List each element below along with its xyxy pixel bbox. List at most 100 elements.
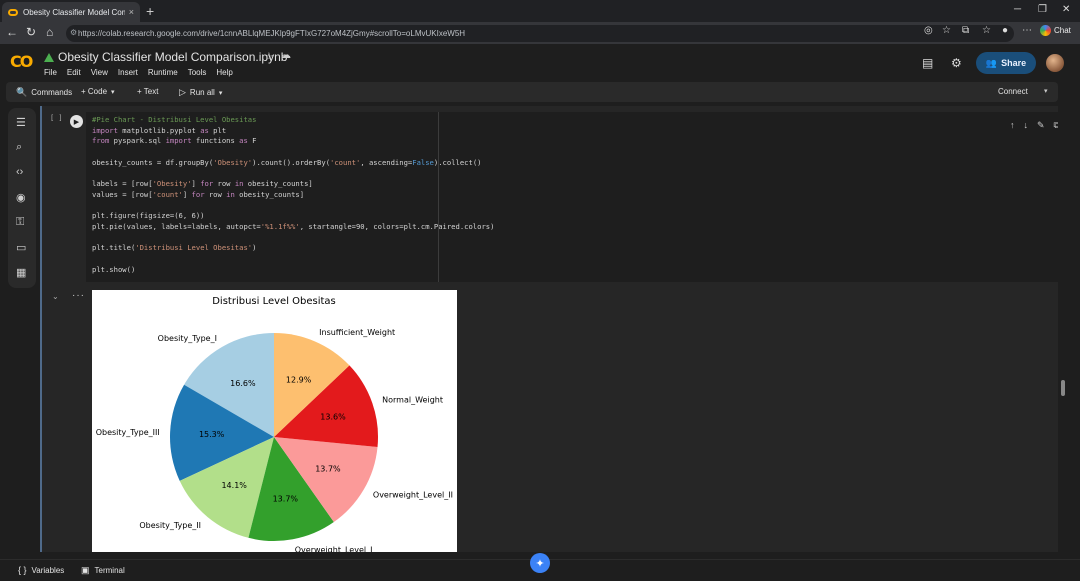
new-tab-button[interactable]: + [146, 3, 154, 19]
move-down-icon[interactable]: ↓ [1024, 120, 1029, 131]
people-icon: 👥 [985, 57, 998, 68]
share-button[interactable]: 👥 Share [976, 52, 1036, 74]
favorites-icon[interactable]: ☆ [982, 25, 991, 36]
chevron-down-icon: ▾ [111, 88, 115, 96]
browser-tab-bar: Obesity Classifier Model Compariso × + ─… [0, 0, 1080, 22]
home-icon[interactable]: ⌂ [46, 25, 53, 39]
menu-insert[interactable]: Insert [118, 68, 138, 77]
notebook-title[interactable]: Obesity Classifier Model Comparison.ipyn… [58, 50, 287, 64]
more-menu-icon[interactable]: ⋯ [1022, 25, 1032, 36]
move-up-icon[interactable]: ↑ [1010, 120, 1015, 131]
colab-app: CO Obesity Classifier Model Comparison.i… [0, 44, 1080, 581]
secrets-icon[interactable]: ◉ [16, 191, 26, 204]
terminal-button[interactable]: ▣ Terminal [81, 565, 125, 576]
add-text-button[interactable]: + Text [137, 87, 158, 96]
code-line: import matplotlib.pyplot as plt [92, 125, 227, 135]
pie-category-label: Obesity_Type_III [96, 428, 160, 437]
code-editor[interactable]: #Pie Chart - Distribusi Level Obesitas im… [86, 112, 1058, 282]
output-actions-icon[interactable]: ··· [72, 290, 85, 301]
chart-title: Distribusi Level Obesitas [212, 296, 336, 307]
commands-button[interactable]: 🔍 Commands [16, 87, 72, 98]
site-info-icon[interactable]: ⚙ [70, 28, 77, 37]
menu-help[interactable]: Help [216, 68, 232, 77]
menu-tools[interactable]: Tools [188, 68, 207, 77]
colab-favicon-icon [8, 8, 18, 16]
data-table-icon[interactable]: ▦ [16, 266, 26, 279]
chevron-down-icon: ▾ [218, 89, 223, 97]
code-text[interactable]: #Pie Chart - Distribusi Level Obesitas im… [92, 115, 494, 276]
edit-icon[interactable]: ✎ [1037, 120, 1045, 131]
variables-icon: { } [18, 565, 27, 575]
run-cell-button[interactable]: ▶ [70, 115, 83, 128]
pie-category-label: Obesity_Type_II [139, 521, 201, 530]
menu-runtime[interactable]: Runtime [148, 68, 178, 77]
add-code-button[interactable]: + Code ▾ [81, 87, 115, 96]
close-tab-icon[interactable]: × [129, 7, 134, 17]
code-cell: [ ] ▶ #Pie Chart - Distribusi Level Obes… [40, 106, 1058, 552]
pie-chart: Distribusi Level Obesitas 16.6% Obesity_T… [96, 296, 453, 552]
browser-toolbar: ← ↻ ⌂ ⚙ https://colab.research.google.co… [0, 22, 1080, 44]
mirror-cell-icon[interactable]: ⧉ [1054, 120, 1058, 131]
lens-icon[interactable]: ◎ [924, 25, 933, 36]
key-icon[interactable]: ⚿ [16, 216, 24, 229]
commands-label: Commands [31, 88, 73, 97]
add-text-label: + Text [137, 87, 159, 96]
gemini-button[interactable]: ✦ [530, 553, 550, 573]
star-icon[interactable]: ☆ [264, 50, 274, 63]
bookmark-star-icon[interactable]: ☆ [942, 25, 951, 36]
run-all-label: Run all [189, 88, 215, 97]
connect-dropdown-icon[interactable]: ▾ [1044, 87, 1048, 95]
execution-count: [ ] [50, 114, 63, 122]
close-window-icon[interactable]: ✕ [1062, 4, 1070, 15]
minimize-icon[interactable]: ─ [1014, 4, 1021, 15]
code-line: plt.show() [92, 264, 136, 274]
menu-edit[interactable]: Edit [67, 68, 81, 77]
search-icon: 🔍 [16, 87, 28, 97]
code-line: plt.pie(values, labels=labels, autopct='… [92, 222, 495, 232]
avatar[interactable] [1046, 54, 1064, 72]
address-bar[interactable]: ⚙ https://colab.research.google.com/driv… [66, 25, 1014, 42]
settings-gear-icon[interactable]: ⚙ [951, 56, 962, 70]
scrollbar-thumb[interactable] [1061, 380, 1065, 396]
connect-button[interactable]: Connect [998, 87, 1028, 96]
pie-percent-label: 14.1% [221, 481, 247, 490]
pie-percent-label: 15.3% [199, 430, 225, 439]
add-code-label: + Code [81, 87, 108, 96]
url-text: https://colab.research.google.com/drive/… [78, 29, 466, 38]
cloud-sync-icon: ☁ [281, 50, 291, 61]
menu-view[interactable]: View [91, 68, 108, 77]
code-line: labels = [row['Obesity'] for row in obes… [92, 179, 313, 189]
table-of-contents-icon[interactable]: ☰ [16, 116, 26, 129]
pie-percent-label: 13.6% [320, 413, 346, 422]
chat-button[interactable]: Chat [1040, 25, 1071, 36]
comment-icon[interactable]: ▤ [922, 56, 933, 70]
files-folder-icon[interactable]: ▭ [16, 241, 26, 254]
maximize-icon[interactable]: ❐ [1038, 4, 1047, 15]
terminal-icon: ▣ [81, 565, 90, 575]
drive-icon [44, 53, 54, 62]
extensions-icon[interactable]: ⧉ [962, 25, 969, 36]
variables-button[interactable]: { } Variables [18, 565, 64, 575]
output-chart: Distribusi Level Obesitas 16.6% Obesity_T… [92, 290, 457, 552]
pie-category-label: Overweight_Level_I [295, 546, 373, 552]
code-snippets-icon[interactable]: ‹› [16, 166, 23, 178]
run-all-button[interactable]: ▷ Run all ▾ [179, 87, 222, 98]
collapse-output-icon[interactable]: ⌄ [52, 292, 59, 301]
tab-title: Obesity Classifier Model Compariso [23, 7, 125, 17]
menu-file[interactable]: File [44, 68, 57, 77]
copilot-icon [1040, 25, 1051, 36]
menu-bar: File Edit View Insert Runtime Tools Help [44, 68, 233, 77]
back-icon[interactable]: ← [6, 25, 18, 39]
reload-icon[interactable]: ↻ [26, 25, 36, 39]
colab-logo[interactable]: CO [10, 52, 33, 71]
variables-label: Variables [31, 565, 65, 575]
pie-category-label: Normal_Weight [382, 396, 443, 405]
browser-tab[interactable]: Obesity Classifier Model Compariso × [2, 2, 140, 22]
profile-icon[interactable]: ● [1002, 25, 1008, 36]
search-replace-icon[interactable]: ⌕ [16, 141, 22, 154]
